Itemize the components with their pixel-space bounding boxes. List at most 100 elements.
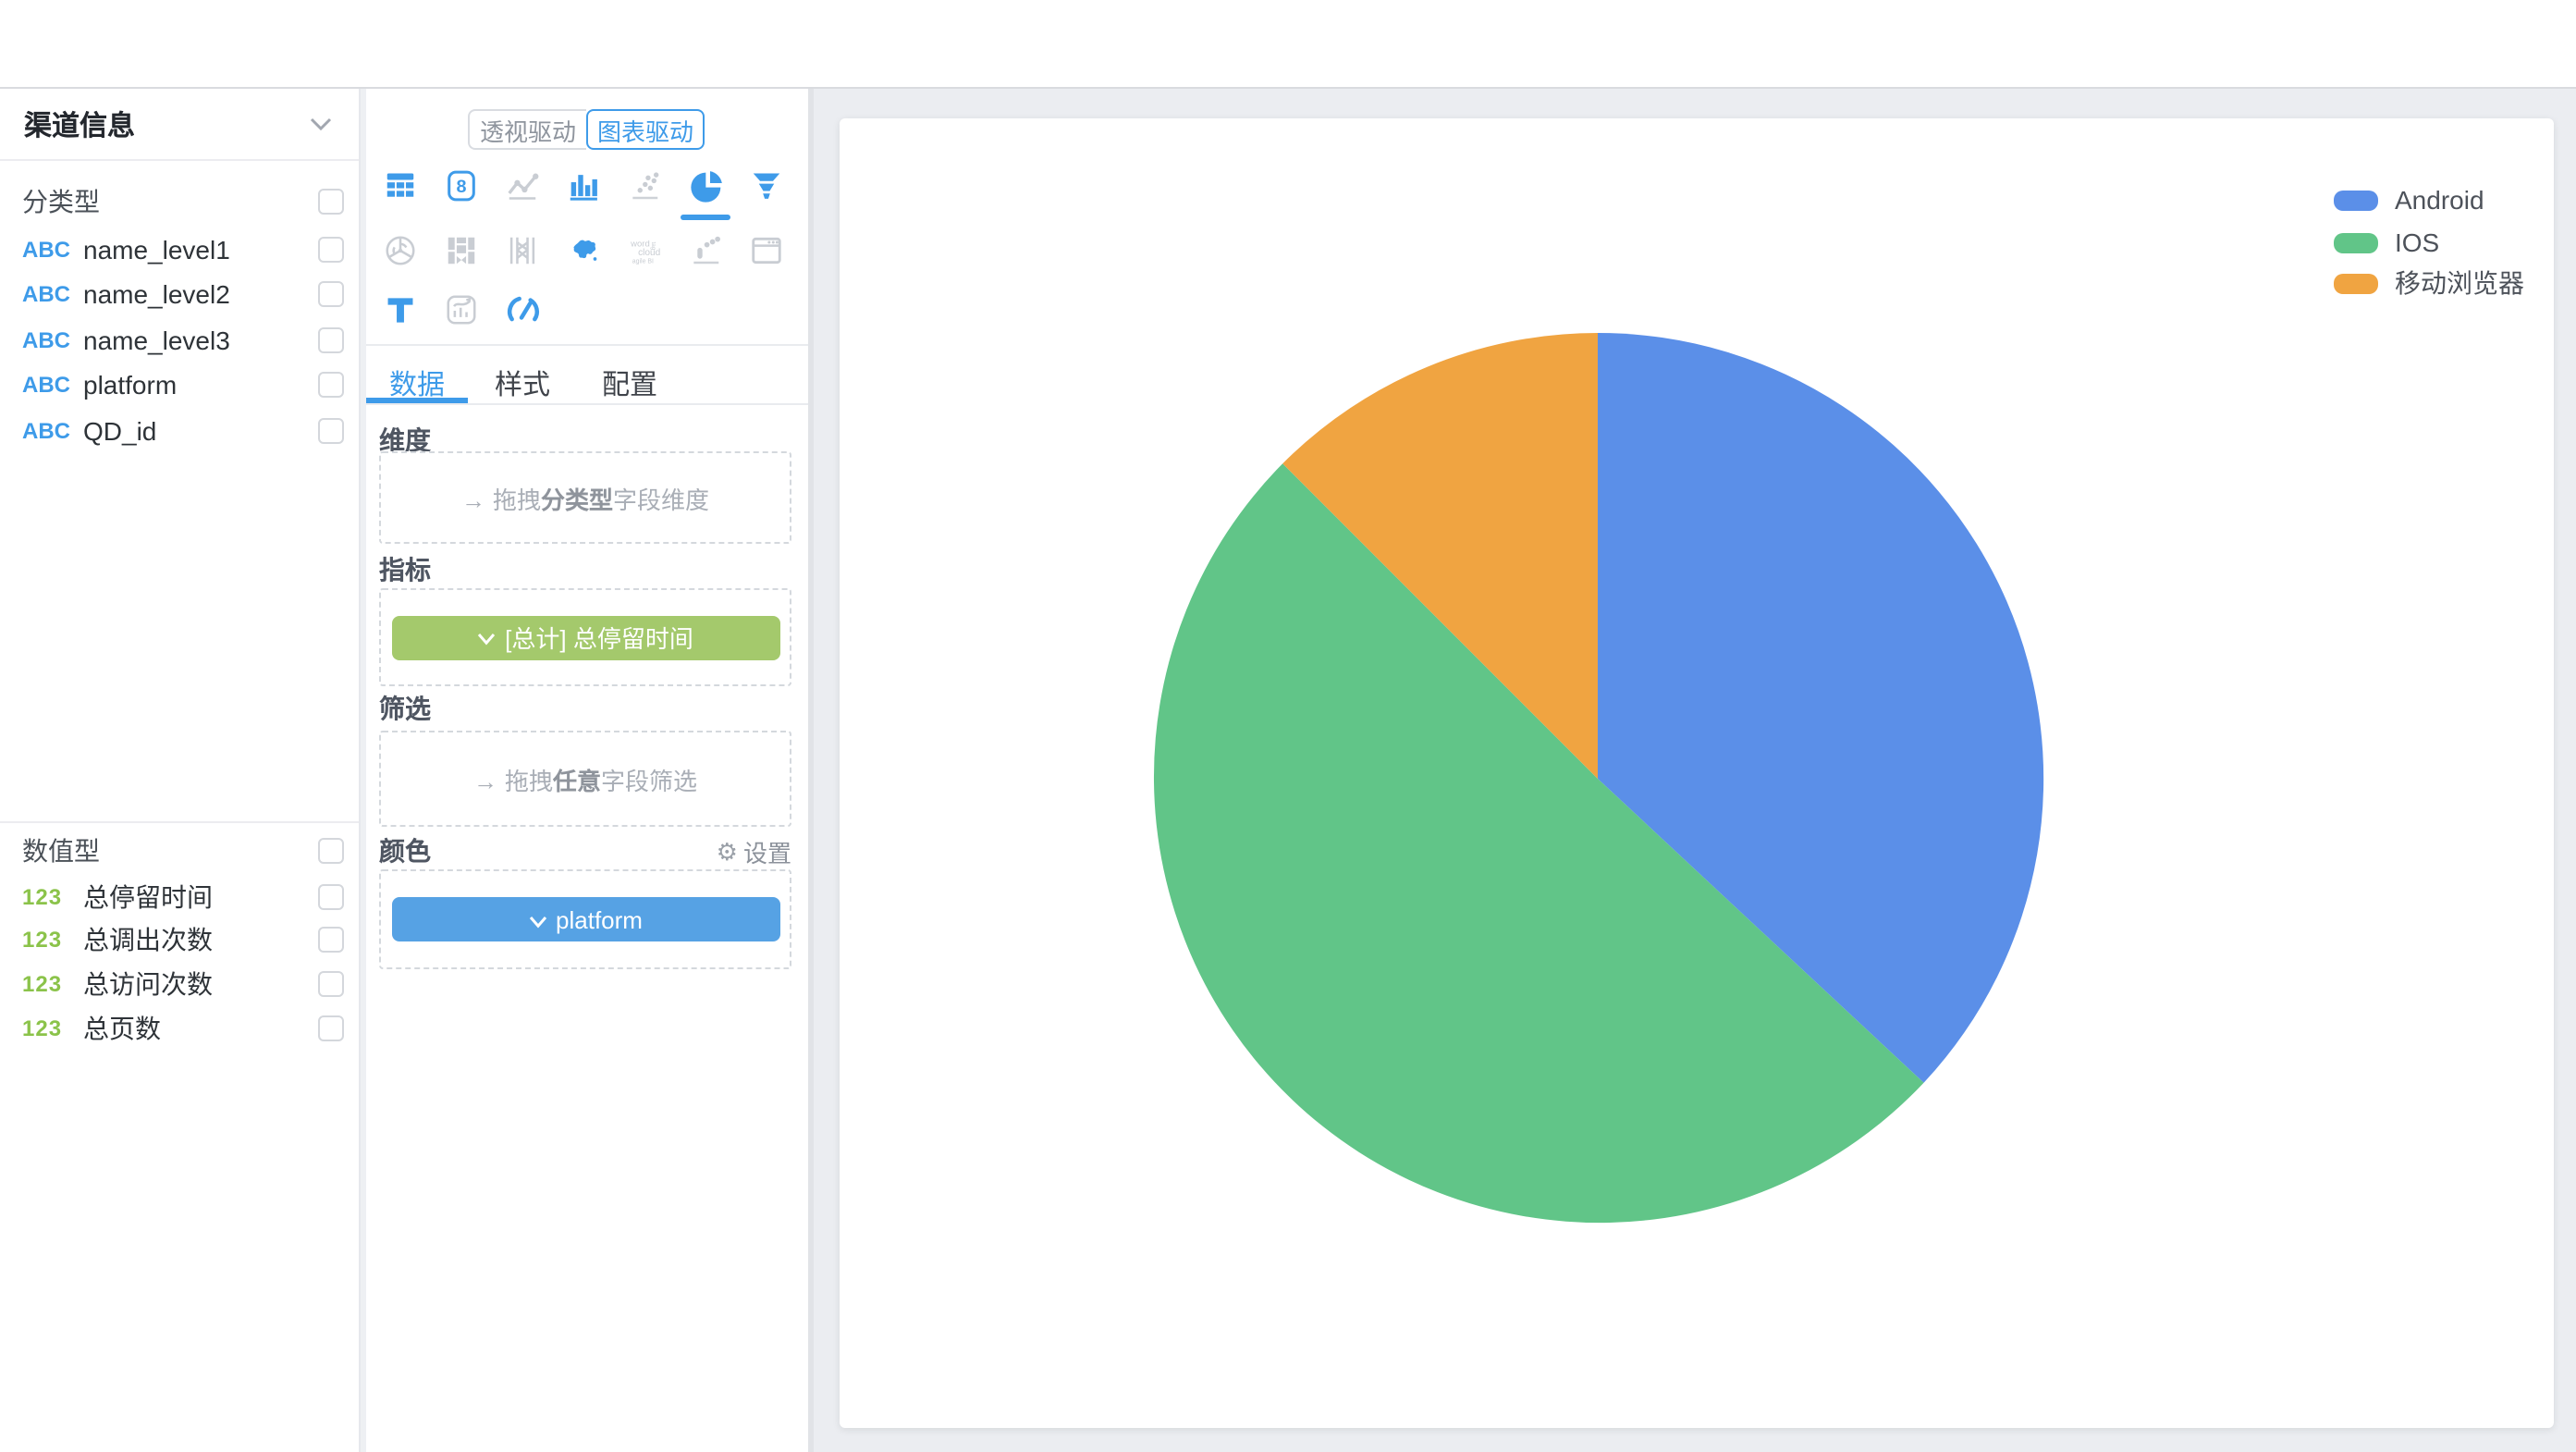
- legend-label: IOS: [2395, 228, 2439, 257]
- metric-label: 指标: [379, 555, 431, 584]
- field-checkbox[interactable]: [318, 970, 344, 996]
- chart-type-treemap-dashboard-icon[interactable]: [431, 224, 492, 277]
- field-label: name_level3: [83, 325, 318, 354]
- field-checkbox[interactable]: [318, 883, 344, 909]
- legend-label: Android: [2395, 185, 2484, 215]
- chart-type-combo-icon[interactable]: [431, 283, 492, 337]
- chart-type-number-card-icon[interactable]: 8: [431, 159, 492, 213]
- legend-item[interactable]: Android: [2334, 185, 2484, 215]
- field-row[interactable]: ABC platform: [0, 368, 359, 400]
- field-row[interactable]: 123 总停留时间: [0, 880, 359, 912]
- mode-tab-pivot[interactable]: 透视驱动: [468, 109, 586, 150]
- chart-type-web-frame-icon[interactable]: [736, 224, 797, 277]
- drop-arrow-icon: →: [473, 767, 497, 794]
- color-pill-label: platform: [556, 905, 643, 933]
- chevron-down-icon: [477, 623, 496, 651]
- field-label: QD_id: [83, 415, 318, 445]
- color-settings-button[interactable]: ⚙ 设置: [699, 836, 791, 866]
- numeric-field-tag: 123: [22, 883, 72, 909]
- numeric-section-label: 数值型: [22, 831, 318, 868]
- panel-divider[interactable]: [359, 89, 366, 1452]
- dataset-name: 渠道信息: [24, 105, 309, 143]
- chevron-down-icon: [309, 107, 333, 141]
- metric-pill[interactable]: [总计] 总停留时间: [391, 615, 779, 659]
- tab-style[interactable]: 样式: [472, 364, 573, 403]
- field-row[interactable]: ABC name_level1: [0, 233, 359, 265]
- svg-text:agile BI: agile BI: [632, 258, 653, 265]
- chart-type-pie-icon[interactable]: [675, 159, 736, 213]
- field-row[interactable]: ABC QD_id: [0, 414, 359, 446]
- text-field-tag: ABC: [22, 236, 72, 262]
- header-bar: [0, 0, 2576, 89]
- numeric-field-tag: 123: [22, 1015, 72, 1040]
- category-section-header: 分类型: [0, 185, 359, 216]
- dimension-dropzone[interactable]: →拖拽分类型字段维度: [379, 451, 791, 544]
- text-field-tag: ABC: [22, 326, 72, 352]
- dataset-selector[interactable]: 渠道信息: [0, 89, 359, 161]
- chart-type-scatter-icon[interactable]: [614, 159, 675, 213]
- selected-chart-type-underline: [681, 215, 730, 219]
- chart-type-gauge-icon[interactable]: [492, 283, 553, 337]
- active-tab-underline: [366, 398, 468, 402]
- color-dropzone[interactable]: platform: [379, 869, 791, 969]
- gear-icon: ⚙: [717, 839, 738, 863]
- field-checkbox[interactable]: [318, 236, 344, 262]
- chart-type-line-icon[interactable]: [492, 159, 553, 213]
- chart-type-funnel-icon[interactable]: [736, 159, 797, 213]
- mode-switch: 透视驱动 图表驱动: [468, 109, 705, 150]
- field-row[interactable]: ABC name_level2: [0, 277, 359, 309]
- color-pill[interactable]: platform: [391, 897, 779, 941]
- svg-text:8: 8: [456, 177, 466, 197]
- field-label: 总调出次数: [83, 920, 318, 957]
- field-row[interactable]: ABC name_level3: [0, 324, 359, 355]
- chart-type-bar-icon[interactable]: [553, 159, 614, 213]
- metric-dropzone[interactable]: [总计] 总停留时间: [379, 588, 791, 686]
- tab-config[interactable]: 配置: [579, 364, 681, 403]
- field-label: 总页数: [83, 1009, 318, 1046]
- numeric-section-header: 数值型: [0, 834, 359, 866]
- text-field-tag: ABC: [22, 280, 72, 306]
- builder-divider: [366, 344, 808, 346]
- legend-label: 移动浏览器: [2395, 265, 2524, 301]
- field-checkbox[interactable]: [318, 326, 344, 352]
- field-label: platform: [83, 369, 318, 399]
- text-field-tag: ABC: [22, 371, 72, 397]
- chart-type-china-map-icon[interactable]: [553, 224, 614, 277]
- chart-type-radar-icon[interactable]: [370, 224, 431, 277]
- color-settings-label: 设置: [743, 833, 791, 868]
- chart-type-sankey-icon[interactable]: [492, 224, 553, 277]
- legend-swatch: [2334, 190, 2378, 210]
- chart-type-word-cloud-icon[interactable]: wordcloudagile BItag: [614, 224, 675, 277]
- chevron-down-icon: [528, 905, 546, 933]
- legend-item[interactable]: 移动浏览器: [2334, 268, 2524, 298]
- filter-placeholder: →拖拽任意字段筛选: [473, 761, 697, 796]
- field-row[interactable]: 123 总访问次数: [0, 967, 359, 999]
- category-section-label: 分类型: [22, 182, 318, 219]
- builder-divider: [366, 403, 808, 405]
- numeric-field-tag: 123: [22, 926, 72, 952]
- chart-type-table-icon[interactable]: [370, 159, 431, 213]
- chart-type-waterfall-icon[interactable]: [675, 224, 736, 277]
- field-checkbox[interactable]: [318, 1015, 344, 1040]
- chart-type-text-icon[interactable]: [370, 283, 431, 337]
- metric-pill-label: [总计] 总停留时间: [505, 620, 693, 655]
- legend-swatch: [2334, 273, 2378, 293]
- field-checkbox[interactable]: [318, 417, 344, 443]
- mode-tab-chart[interactable]: 图表驱动: [586, 109, 705, 150]
- field-checkbox[interactable]: [318, 280, 344, 306]
- field-row[interactable]: 123 总调出次数: [0, 923, 359, 954]
- dimension-placeholder: →拖拽分类型字段维度: [461, 480, 709, 515]
- filter-dropzone[interactable]: →拖拽任意字段筛选: [379, 731, 791, 827]
- drop-arrow-icon: →: [461, 486, 485, 513]
- color-label: 颜色: [379, 836, 431, 866]
- category-select-all-checkbox[interactable]: [318, 188, 344, 214]
- svg-text:tag: tag: [649, 242, 656, 251]
- legend-item[interactable]: IOS: [2334, 228, 2439, 257]
- field-checkbox[interactable]: [318, 926, 344, 952]
- field-row[interactable]: 123 总页数: [0, 1012, 359, 1043]
- pie-chart[interactable]: [1117, 298, 2079, 1260]
- field-label: 总访问次数: [83, 965, 318, 1002]
- filter-label: 筛选: [379, 694, 431, 723]
- field-checkbox[interactable]: [318, 371, 344, 397]
- numeric-select-all-checkbox[interactable]: [318, 837, 344, 863]
